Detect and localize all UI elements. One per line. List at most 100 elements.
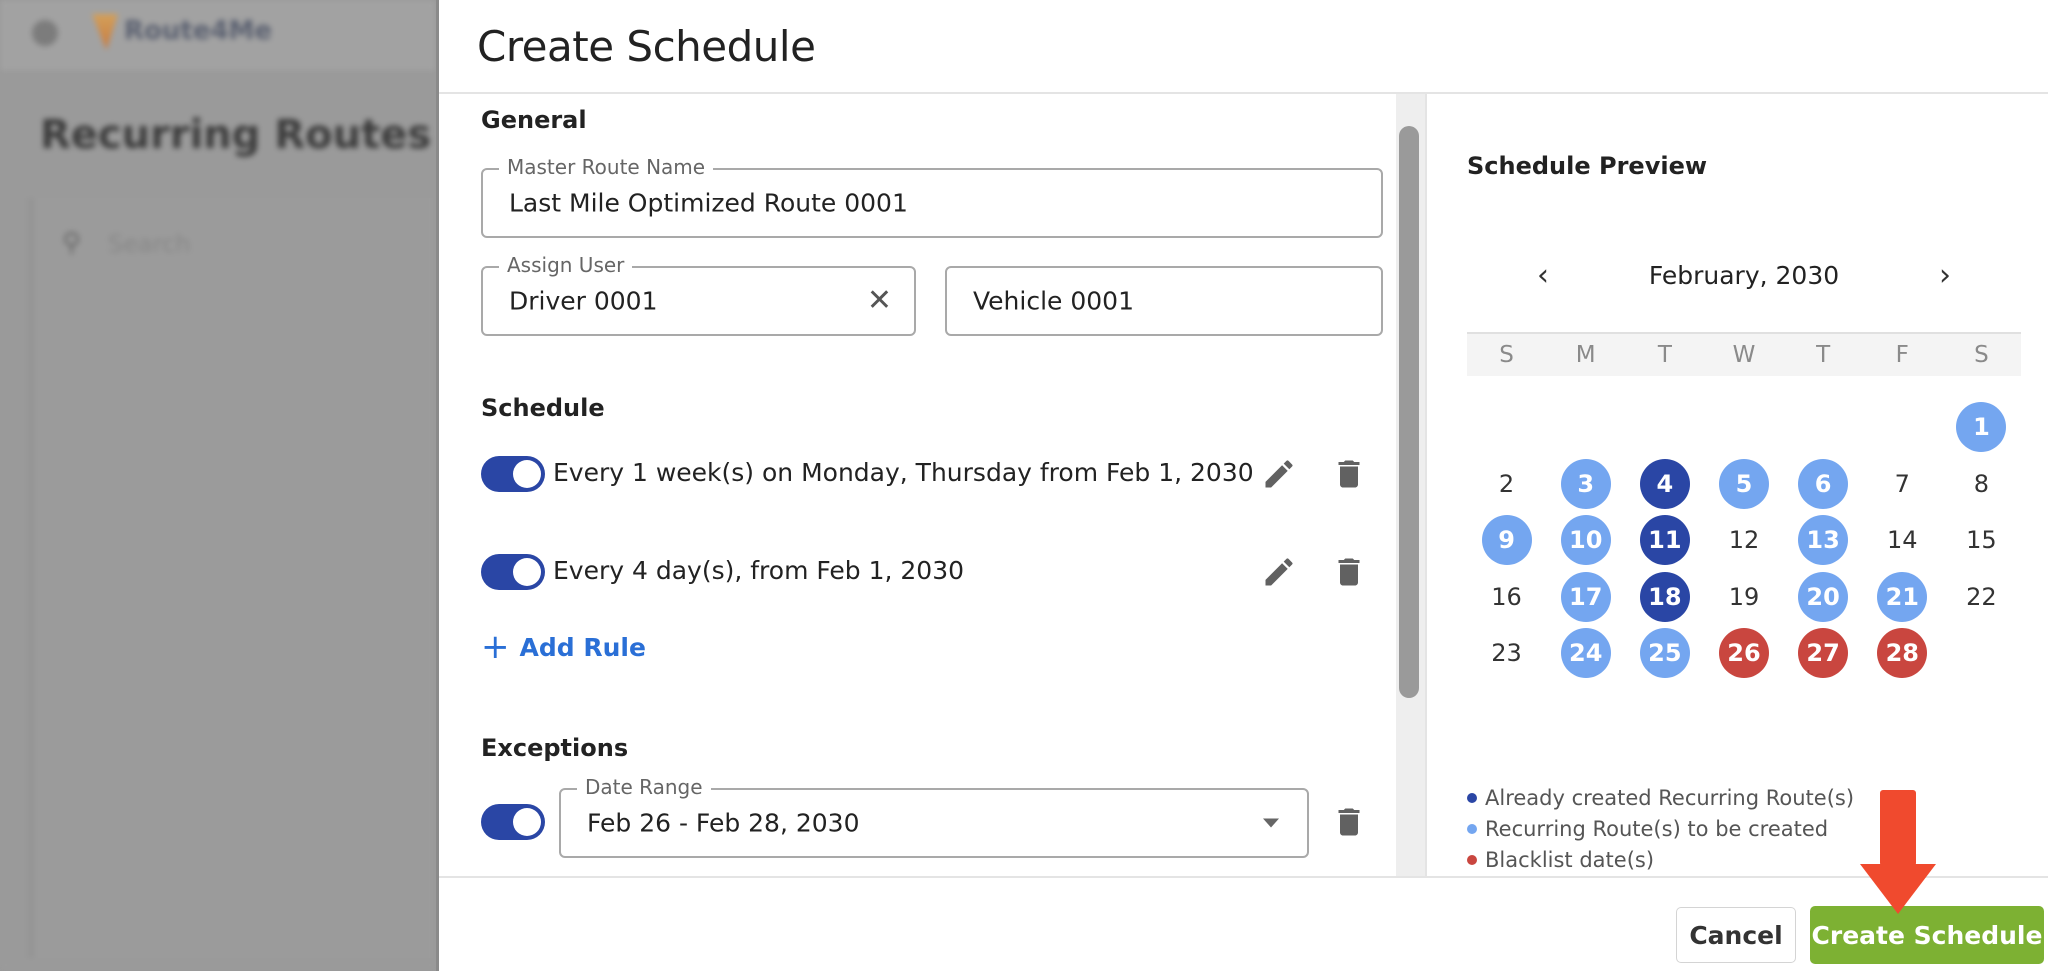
calendar-day-to-be-created[interactable]: 17 bbox=[1560, 571, 1611, 622]
form-scrollbar-thumb[interactable] bbox=[1399, 126, 1419, 698]
calendar-empty-cell bbox=[1704, 399, 1783, 456]
date-range-select[interactable]: Date Range Feb 26 - Feb 28, 2030 bbox=[559, 775, 1309, 858]
calendar-empty-cell bbox=[1625, 399, 1704, 456]
calendar-day-blacklist[interactable]: 27 bbox=[1798, 628, 1849, 679]
assign-user-label: Assign User bbox=[499, 253, 633, 277]
hamburger-menu-icon bbox=[32, 20, 58, 46]
weekday-label: M bbox=[1575, 342, 1596, 368]
delete-rule-button[interactable] bbox=[1331, 456, 1367, 492]
dialog-header: Create Schedule bbox=[439, 0, 2048, 94]
calendar-day-plain[interactable]: 23 bbox=[1482, 628, 1532, 678]
calendar-day-blacklist[interactable]: 26 bbox=[1718, 628, 1769, 679]
calendar-day-to-be-created[interactable]: 20 bbox=[1798, 571, 1849, 622]
clear-user-icon[interactable]: ✕ bbox=[867, 286, 892, 316]
edit-rule-button[interactable] bbox=[1261, 554, 1297, 590]
calendar-day-created[interactable]: 18 bbox=[1639, 571, 1690, 622]
rule-toggle[interactable] bbox=[481, 554, 545, 590]
edit-rule-button[interactable] bbox=[1261, 456, 1297, 492]
legend-item: Recurring Route(s) to be created bbox=[1467, 813, 1854, 844]
calendar-cell: 1 bbox=[1942, 399, 2021, 456]
delete-rule-button[interactable] bbox=[1331, 554, 1367, 590]
vehicle-value: Vehicle 0001 bbox=[973, 286, 1134, 316]
annotation-arrow-icon bbox=[1860, 790, 1936, 914]
calendar-day-to-be-created[interactable]: 13 bbox=[1798, 515, 1849, 566]
calendar-weekday-header: SMTWTFS bbox=[1467, 332, 2021, 376]
calendar-cell: 18 bbox=[1625, 569, 1704, 626]
calendar-day-to-be-created[interactable]: 24 bbox=[1560, 628, 1611, 679]
calendar-day-to-be-created[interactable]: 3 bbox=[1560, 458, 1611, 509]
rule-text: Every 1 week(s) on Monday, Thursday from… bbox=[553, 458, 1254, 487]
pencil-icon bbox=[1265, 558, 1293, 586]
calendar-day-to-be-created[interactable]: 21 bbox=[1877, 571, 1928, 622]
dialog-title: Create Schedule bbox=[477, 21, 816, 71]
toggle-knob bbox=[513, 808, 541, 836]
calendar-day-plain[interactable]: 2 bbox=[1482, 459, 1532, 509]
calendar-day-to-be-created[interactable]: 1 bbox=[1956, 402, 2007, 453]
calendar-day-plain[interactable]: 16 bbox=[1482, 572, 1532, 622]
legend-label: Blacklist date(s) bbox=[1485, 847, 1655, 872]
trash-icon bbox=[1338, 558, 1360, 586]
calendar-cell: 8 bbox=[1942, 456, 2021, 513]
weekday-label: T bbox=[1816, 342, 1831, 368]
calendar-day-plain[interactable]: 12 bbox=[1719, 515, 1769, 565]
dialog-body: General Master Route Name Last Mile Opti… bbox=[439, 94, 2048, 876]
calendar-day-plain[interactable]: 15 bbox=[1956, 515, 2006, 565]
vehicle-field[interactable]: Vehicle 0001 bbox=[945, 266, 1383, 336]
calendar-cell: 12 bbox=[1704, 512, 1783, 569]
calendar-cell: 27 bbox=[1784, 625, 1863, 682]
schedule-preview-title: Schedule Preview bbox=[1467, 152, 1708, 180]
cancel-button[interactable]: Cancel bbox=[1676, 907, 1796, 963]
calendar-day-plain[interactable]: 7 bbox=[1877, 459, 1927, 509]
calendar-cell: 2 bbox=[1467, 456, 1546, 513]
weekday-label: S bbox=[1499, 342, 1514, 368]
calendar-cell: 17 bbox=[1546, 569, 1625, 626]
legend-dot-icon bbox=[1467, 854, 1477, 865]
weekday-label: T bbox=[1657, 342, 1672, 368]
calendar-day-to-be-created[interactable]: 6 bbox=[1798, 458, 1849, 509]
trash-icon bbox=[1338, 808, 1360, 836]
master-route-name-label: Master Route Name bbox=[499, 155, 714, 179]
date-range-label: Date Range bbox=[577, 775, 711, 799]
calendar-grid: 1 2 3 4 5 6 7 8 9 10 11 12 13 14 15 16 17 18 19 20 21 22 23 24 2… bbox=[1467, 399, 2021, 682]
calendar-day-to-be-created[interactable]: 25 bbox=[1639, 628, 1690, 679]
dialog-footer: Cancel Create Schedule bbox=[439, 876, 2048, 971]
add-rule-label: Add Rule bbox=[519, 632, 646, 662]
calendar-cell: 22 bbox=[1942, 569, 2021, 626]
calendar-day-to-be-created[interactable]: 10 bbox=[1560, 515, 1611, 566]
background-card bbox=[28, 198, 436, 958]
calendar-cell: 7 bbox=[1863, 456, 1942, 513]
calendar-day-blacklist[interactable]: 28 bbox=[1877, 628, 1928, 679]
delete-exception-button[interactable] bbox=[1331, 804, 1367, 840]
calendar-day-plain[interactable]: 19 bbox=[1719, 572, 1769, 622]
calendar-day-plain[interactable]: 14 bbox=[1877, 515, 1927, 565]
add-rule-button[interactable]: + Add Rule bbox=[481, 630, 646, 664]
caret-down-icon bbox=[1263, 818, 1279, 828]
calendar-day-plain[interactable]: 22 bbox=[1956, 572, 2006, 622]
calendar-empty-cell bbox=[1467, 399, 1546, 456]
calendar-day-to-be-created[interactable]: 5 bbox=[1718, 458, 1769, 509]
master-route-name-field[interactable]: Master Route Name Last Mile Optimized Ro… bbox=[481, 155, 1383, 238]
calendar-day-plain[interactable]: 8 bbox=[1956, 459, 2006, 509]
calendar-cell: 26 bbox=[1704, 625, 1783, 682]
calendar-empty-cell bbox=[1546, 399, 1625, 456]
date-range-value: Feb 26 - Feb 28, 2030 bbox=[587, 808, 860, 838]
general-section-title: General bbox=[481, 106, 587, 134]
logo-text: Route4Me bbox=[124, 16, 273, 46]
background-search-placeholder: Search bbox=[108, 230, 191, 258]
weekday-label: F bbox=[1895, 342, 1909, 368]
next-month-button[interactable]: › bbox=[1939, 256, 1951, 296]
calendar-cell: 3 bbox=[1546, 456, 1625, 513]
search-icon: ⚲ bbox=[62, 228, 82, 258]
exception-toggle[interactable] bbox=[481, 804, 545, 840]
calendar-month-label: February, 2030 bbox=[1648, 261, 1840, 290]
pencil-icon bbox=[1265, 460, 1293, 488]
calendar-day-created[interactable]: 11 bbox=[1639, 515, 1690, 566]
assign-user-field[interactable]: Assign User Driver 0001 ✕ bbox=[481, 253, 916, 336]
calendar-day-to-be-created[interactable]: 9 bbox=[1481, 515, 1532, 566]
rule-toggle[interactable] bbox=[481, 456, 545, 492]
calendar-day-created[interactable]: 4 bbox=[1639, 458, 1690, 509]
rule-text: Every 4 day(s), from Feb 1, 2030 bbox=[553, 556, 965, 585]
calendar-empty-cell bbox=[1784, 399, 1863, 456]
calendar-cell: 19 bbox=[1704, 569, 1783, 626]
calendar-cell: 16 bbox=[1467, 569, 1546, 626]
